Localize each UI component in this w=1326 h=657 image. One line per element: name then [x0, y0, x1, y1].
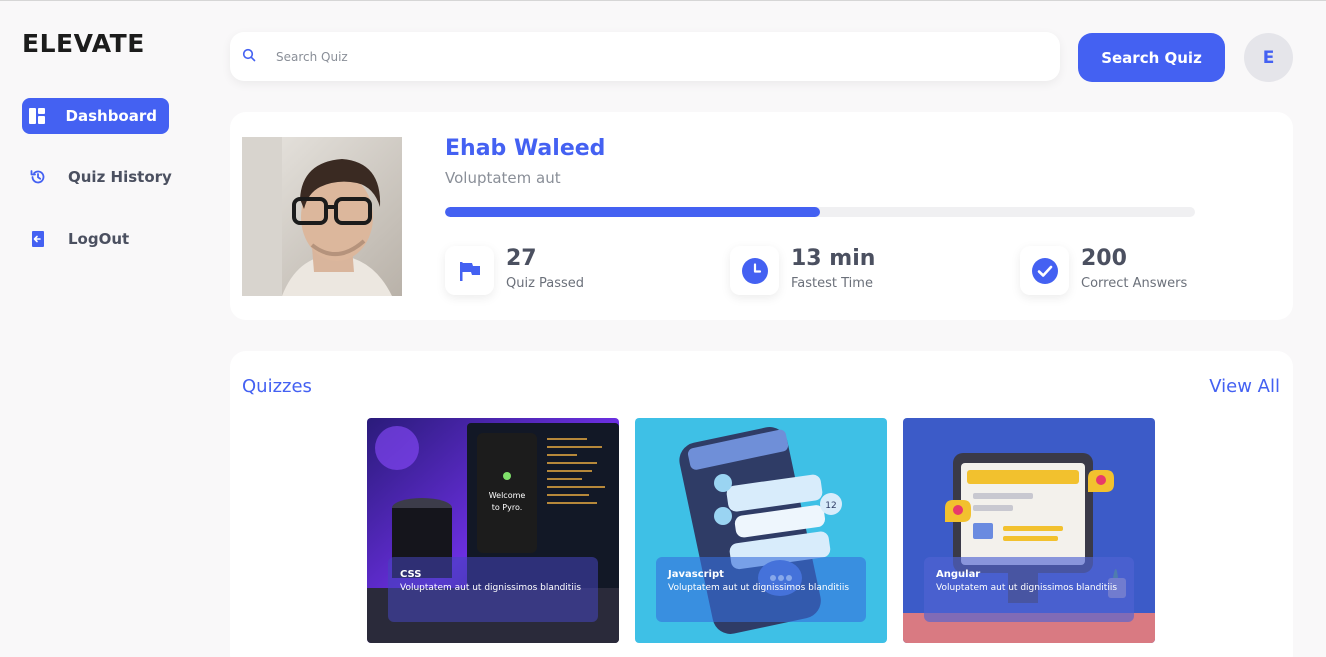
sidebar-item-label: LogOut	[68, 230, 130, 248]
stat-quiz-passed: 27 Quiz Passed	[445, 246, 584, 295]
logout-icon	[28, 229, 48, 249]
quiz-caption: Angular Voluptatem aut ut dignissimos bl…	[924, 557, 1134, 622]
progress-bar	[445, 207, 1195, 217]
check-icon	[1020, 246, 1069, 295]
clock-icon	[730, 246, 779, 295]
progress-fill	[445, 207, 820, 217]
stat-fastest-time: 13 min Fastest Time	[730, 246, 875, 295]
quiz-title: CSS	[400, 569, 422, 580]
stat-label: Fastest Time	[791, 276, 873, 291]
stat-correct-answers: 200 Correct Answers	[1020, 246, 1187, 295]
quizzes-section: Quizzes View All Welcome to Pyro. CSS Vo…	[230, 351, 1293, 657]
sidebar-item-quiz-history[interactable]: Quiz History	[22, 159, 184, 195]
app-logo: ELEVATE	[22, 29, 145, 58]
dashboard-icon	[28, 106, 46, 126]
stat-label: Quiz Passed	[506, 276, 585, 291]
svg-text:12: 12	[825, 501, 836, 511]
quiz-tile-angular[interactable]: Angular Voluptatem aut ut dignissimos bl…	[903, 418, 1155, 643]
svg-text:Welcome: Welcome	[489, 491, 526, 500]
quiz-tile-css[interactable]: Welcome to Pyro. CSS Voluptatem aut ut d…	[367, 418, 619, 643]
avatar[interactable]: E	[1244, 33, 1293, 82]
quiz-description: Voluptatem aut ut dignissimos blanditiis	[400, 583, 582, 593]
stat-label: Correct Answers	[1081, 276, 1188, 291]
quiz-tile-javascript[interactable]: 12 Javascript Voluptatem aut ut dignissi…	[635, 418, 887, 643]
search-bar	[230, 32, 1060, 81]
profile-card: Ehab Waleed Voluptatem aut 27 Quiz Passe…	[230, 112, 1293, 320]
stat-value: 27	[506, 246, 537, 271]
quiz-caption: CSS Voluptatem aut ut dignissimos blandi…	[388, 557, 598, 622]
svg-text:to Pyro.: to Pyro.	[492, 503, 523, 512]
sidebar-item-label: Quiz History	[68, 168, 172, 186]
user-name: Ehab Waleed	[445, 136, 606, 161]
sidebar-item-logout[interactable]: LogOut	[22, 221, 141, 257]
sidebar-item-dashboard[interactable]: Dashboard	[22, 98, 169, 134]
search-input[interactable]	[276, 49, 1016, 64]
search-quiz-button[interactable]: Search Quiz	[1078, 33, 1225, 82]
quiz-caption: Javascript Voluptatem aut ut dignissimos…	[656, 557, 866, 622]
search-icon	[242, 47, 256, 66]
quiz-title: Angular	[936, 569, 981, 580]
sidebar-item-label: Dashboard	[65, 107, 157, 125]
quiz-description: Voluptatem aut ut dignissimos blanditiis	[668, 583, 850, 593]
stat-value: 200	[1081, 246, 1127, 271]
history-icon	[28, 167, 48, 187]
profile-photo	[242, 137, 402, 296]
quiz-description: Voluptatem aut ut dignissimos blanditiis	[936, 583, 1118, 593]
stat-value: 13 min	[791, 246, 876, 271]
quiz-title: Javascript	[668, 569, 724, 580]
section-title: Quizzes	[242, 376, 312, 397]
flag-icon	[445, 246, 494, 295]
view-all-link[interactable]: View All	[1209, 376, 1280, 397]
user-subtitle: Voluptatem aut	[445, 169, 561, 187]
